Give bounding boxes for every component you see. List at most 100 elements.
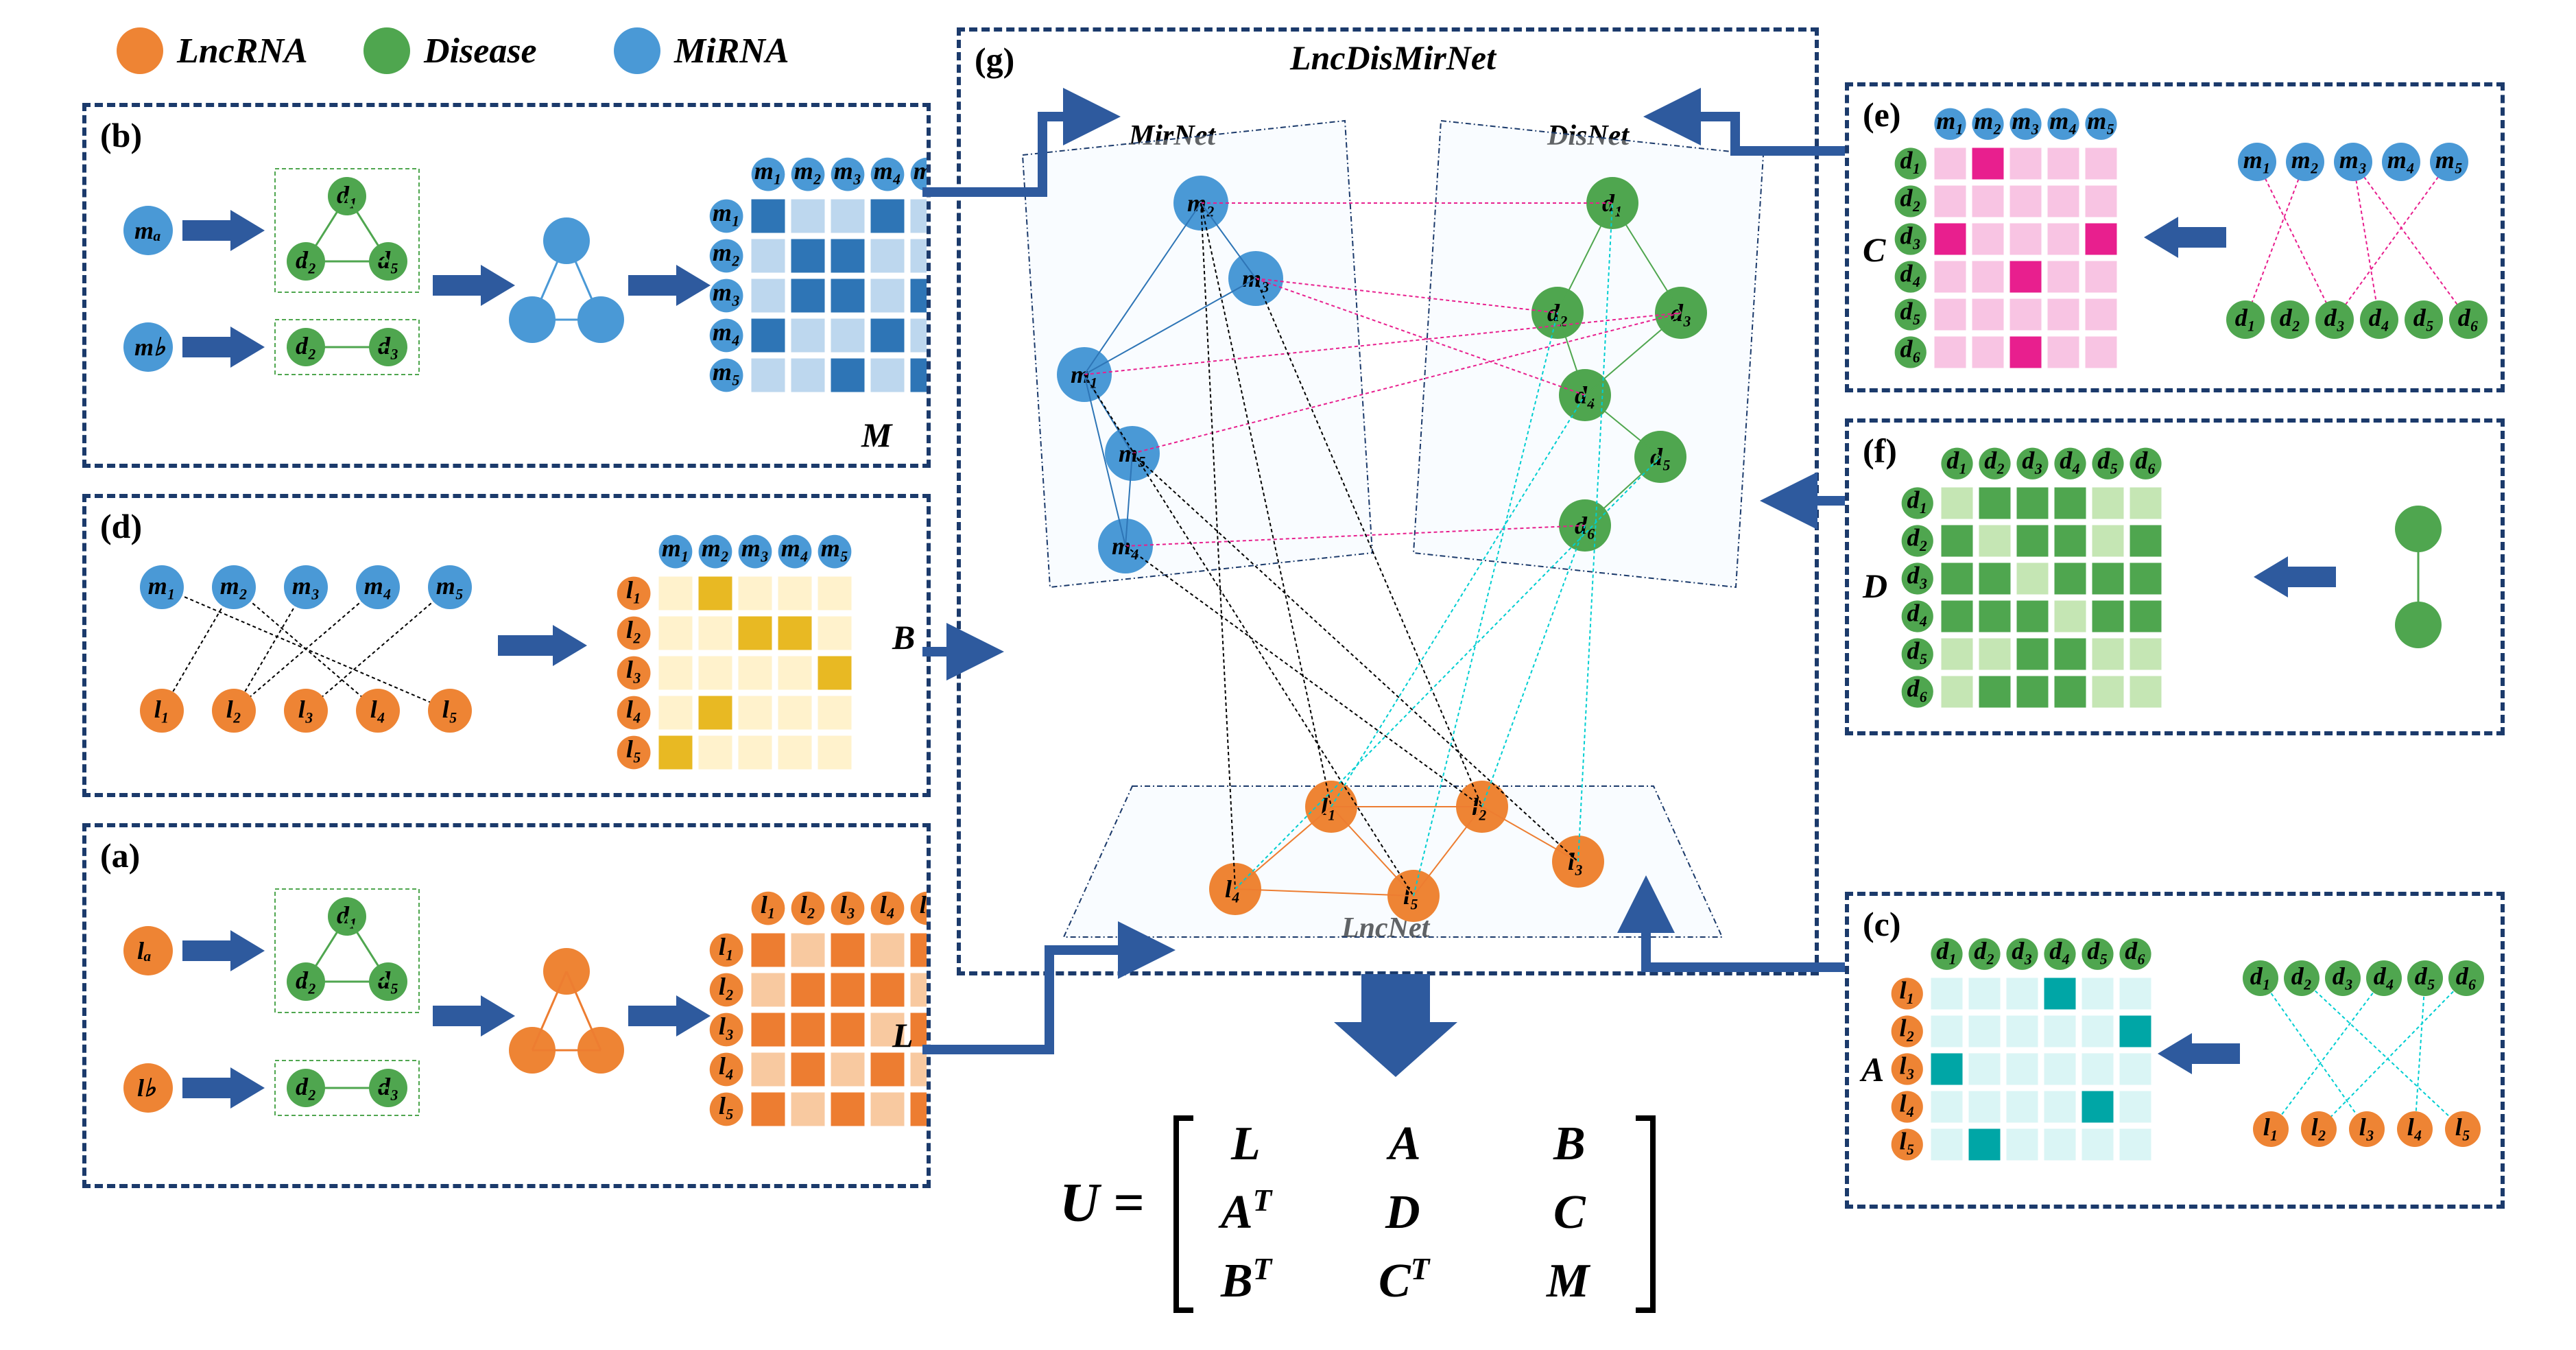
svg-text:m₄: m₄: [364, 572, 392, 600]
panel-f: (f) d₁d₂d₃d₄d₅d₆d₁d₂d₃d₄d₅d₆ D: [1845, 418, 2505, 735]
svg-text:m₃: m₃: [741, 534, 770, 562]
panel-a-label: (a): [100, 836, 140, 875]
svg-text:l₃: l₃: [298, 696, 314, 723]
svg-text:l₃: l₃: [2359, 1113, 2375, 1141]
svg-text:m₁: m₁: [662, 534, 690, 562]
svg-text:l₂: l₂: [719, 973, 735, 1000]
svg-text:d₄: d₄: [1900, 260, 1921, 287]
panel-e: (e) m₁m₂m₃m₄m₅d₁d₂d₃d₄d₅d₆ C m₁m₂m₃m₄m₅d…: [1845, 82, 2505, 392]
svg-text:d₁: d₁: [337, 181, 358, 209]
svg-text:m₅: m₅: [2435, 146, 2464, 174]
svg-text:d₃: d₃: [1900, 222, 1921, 250]
svg-text:d₂: d₂: [2280, 304, 2301, 331]
svg-text:d₁: d₁: [337, 901, 358, 929]
svg-text:B: B: [1553, 1117, 1586, 1170]
svg-text:M: M: [1546, 1255, 1591, 1307]
svg-text:d₄: d₄: [2369, 304, 2390, 331]
svg-text:d₅: d₅: [1907, 637, 1928, 665]
svg-text:A: A: [1859, 1050, 1884, 1089]
svg-text:d₅: d₅: [2087, 937, 2108, 964]
svg-text:d₆: d₆: [2125, 937, 2146, 964]
svg-text:d₂: d₂: [1974, 937, 1995, 964]
svg-text:d₃: d₃: [2012, 937, 2033, 964]
svg-text:d₁: d₁: [2250, 962, 2271, 990]
svg-text:d₂: d₂: [2291, 962, 2313, 990]
svg-text:d₃: d₃: [378, 1073, 399, 1100]
svg-text:d₆: d₆: [2456, 962, 2477, 990]
svg-text:d₅: d₅: [2415, 962, 2436, 990]
svg-text:l₄: l₄: [370, 696, 386, 723]
svg-text:m₁: m₁: [148, 572, 176, 600]
svg-text:m₄: m₄: [781, 534, 809, 562]
svg-text:m₅: m₅: [436, 572, 464, 600]
svg-text:m₂: m₂: [220, 572, 248, 600]
svg-text:d₃: d₃: [1907, 562, 1928, 589]
svg-text:m₄: m₄: [2049, 107, 2077, 134]
svg-text:l₂: l₂: [2311, 1113, 2327, 1141]
svg-text:mₐ: mₐ: [134, 217, 161, 244]
svg-text:l₂: l₂: [626, 616, 642, 643]
svg-text:l₃: l₃: [1568, 848, 1584, 875]
svg-text:m₂: m₂: [713, 239, 741, 266]
svg-text:m₅: m₅: [914, 157, 927, 185]
svg-text:l₄: l₄: [2407, 1113, 2423, 1141]
svg-text:l₅: l₅: [626, 735, 642, 763]
panel-e-svg: m₁m₂m₃m₄m₅d₁d₂d₃d₄d₅d₆ C m₁m₂m₃m₄m₅d₁d₂d…: [1849, 86, 2501, 388]
panel-c-label: (c): [1863, 904, 1901, 944]
svg-text:m₅: m₅: [713, 358, 741, 386]
legend-lncrna: LncRNA: [117, 27, 308, 74]
svg-text:m₂: m₂: [794, 157, 822, 185]
lnc-icon: [117, 27, 163, 74]
svg-text:d₆: d₆: [2458, 304, 2479, 331]
svg-text:LncDisMirNet: LncDisMirNet: [1289, 38, 1497, 77]
svg-text:D: D: [1862, 567, 1887, 605]
svg-text:d₁: d₁: [2235, 304, 2256, 331]
svg-text:d₅: d₅: [2413, 304, 2435, 331]
svg-text:l₁: l₁: [626, 576, 642, 604]
panel-c-svg: d₁d₂d₃d₄d₅d₆l₁l₂l₃l₄l₅ A d₁d₂d₃d₄d₅d₆l₁l…: [1849, 896, 2501, 1205]
legend-lnc-label: LncRNA: [177, 31, 308, 71]
svg-text:d₄: d₄: [1907, 600, 1928, 627]
svg-text:l₄: l₄: [719, 1052, 735, 1080]
dis-icon: [363, 27, 410, 74]
svg-text:l₄: l₄: [626, 696, 642, 723]
svg-text:l₃: l₃: [1899, 1052, 1915, 1080]
svg-text:d₁: d₁: [1946, 447, 1968, 474]
svg-text:d₄: d₄: [2374, 962, 2395, 990]
panel-g: (g) LncDisMirNet MirNet DisNet LncNet m₁…: [957, 27, 1819, 975]
svg-text:d₁: d₁: [1936, 937, 1957, 964]
svg-text:d₁: d₁: [1900, 147, 1921, 174]
svg-text:D: D: [1385, 1186, 1420, 1239]
svg-text:m₃: m₃: [2339, 146, 2368, 174]
panel-d: (d) m₁l₁m₂l₂m₃l₃m₄l₄m₅l₅ m₁m₂m₃m₄m₅l₁l₂l…: [82, 494, 931, 797]
svg-text:l₄: l₄: [1899, 1090, 1915, 1117]
svg-text:lₐ: lₐ: [137, 937, 152, 964]
svg-text:d₂: d₂: [1984, 447, 2005, 474]
svg-text:d₅: d₅: [1650, 443, 1671, 471]
panel-b-label: (b): [100, 115, 142, 155]
mir-icon: [614, 27, 660, 74]
panel-g-svg: LncDisMirNet MirNet DisNet LncNet m₁ m₂ …: [961, 32, 1815, 971]
svg-text:l₁: l₁: [761, 891, 776, 919]
svg-text:d₁: d₁: [1907, 486, 1928, 514]
svg-text:l₄: l₄: [880, 891, 896, 919]
svg-text:d₆: d₆: [2135, 447, 2156, 474]
svg-text:l₂: l₂: [1899, 1015, 1915, 1042]
svg-text:m♭: m♭: [134, 333, 166, 361]
legend-mir-label: MiRNA: [674, 31, 789, 71]
panel-b: (b) mₐ m♭ d₁ d₂ d₅ d₂ d₃ m₁m₂m₃m₄m₅m₁m₂m…: [82, 103, 931, 468]
panel-d-label: (d): [100, 506, 142, 546]
svg-text:l₃: l₃: [626, 656, 642, 683]
svg-text:m₁: m₁: [713, 199, 741, 226]
svg-text:BT: BT: [1220, 1252, 1273, 1307]
svg-text:m₁: m₁: [754, 157, 783, 185]
svg-text:d₃: d₃: [1671, 299, 1692, 327]
svg-text:l₁: l₁: [1899, 977, 1915, 1004]
svg-text:d₄: d₄: [2049, 937, 2071, 964]
svg-text:l₂: l₂: [226, 696, 242, 723]
svg-text:l♭: l♭: [137, 1074, 156, 1102]
svg-text:AT: AT: [1218, 1183, 1273, 1239]
legend-disease: Disease: [363, 27, 537, 74]
svg-text:m₅: m₅: [2087, 107, 2115, 134]
panel-d-svg: m₁l₁m₂l₂m₃l₃m₄l₄m₅l₅ m₁m₂m₃m₄m₅l₁l₂l₃l₄l…: [86, 498, 927, 793]
